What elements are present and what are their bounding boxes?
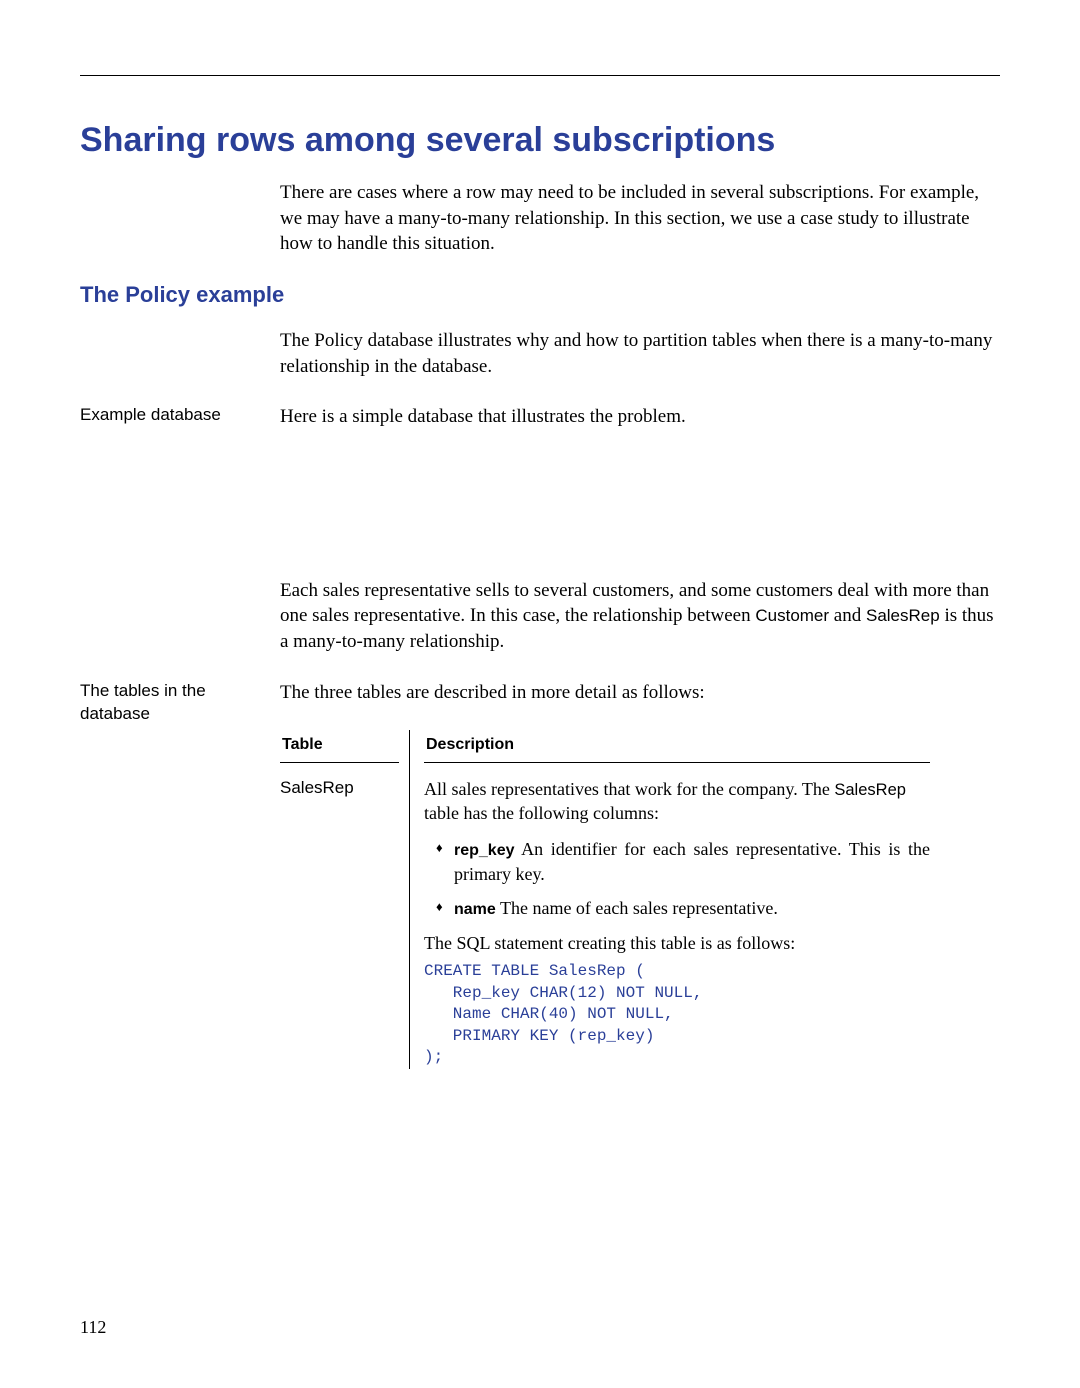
page-number: 112 (80, 1317, 106, 1338)
bullet-name: name The name of each sales representati… (436, 896, 930, 921)
sql-intro: The SQL statement creating this table is… (424, 931, 930, 955)
col-name-text: The name of each sales representative. (496, 898, 778, 918)
page-title: Sharing rows among several subscriptions (80, 121, 1000, 160)
row1-intro-pre: All sales representatives that work for … (424, 779, 834, 799)
diagram-gap (80, 438, 1000, 578)
sql-code: CREATE TABLE SalesRep ( Rep_key CHAR(12)… (424, 961, 930, 1069)
description-column: Description All sales representatives th… (410, 730, 930, 1069)
example-db-label: Example database (80, 404, 280, 427)
example-db-text: Here is a simple database that illustrat… (280, 404, 1000, 430)
section-heading: The Policy example (80, 282, 1000, 308)
col-name-name: name (454, 901, 496, 918)
customer-word: Customer (755, 606, 829, 625)
tables-row: The tables in the database The three tab… (80, 680, 1000, 726)
page: Sharing rows among several subscriptions… (0, 0, 1080, 1388)
and-word: and (829, 605, 866, 626)
policy-intro: The Policy database illustrates why and … (280, 328, 1000, 379)
intro-block: There are cases where a row may need to … (280, 180, 1000, 257)
example-db-row: Example database Here is a simple databa… (80, 404, 1000, 430)
th-table: Table (280, 730, 399, 763)
column-bullets: rep_key An identifier for each sales rep… (436, 837, 930, 920)
tables-intro: The three tables are described in more d… (280, 680, 1000, 706)
each-rep-paragraph: Each sales representative sells to sever… (280, 578, 1000, 655)
row1-intro-code: SalesRep (834, 781, 906, 799)
top-rule (80, 75, 1000, 76)
td-table-name: SalesRep (280, 763, 399, 800)
tables-label: The tables in the database (80, 680, 280, 726)
bullet-repkey: rep_key An identifier for each sales rep… (436, 837, 930, 886)
col-repkey-text: An identifier for each sales representat… (454, 839, 930, 884)
td-description: All sales representatives that work for … (424, 763, 930, 1069)
row1-intro-post: table has the following columns: (424, 803, 659, 823)
intro-paragraph: There are cases where a row may need to … (280, 180, 1000, 257)
policy-intro-block: The Policy database illustrates why and … (280, 328, 1000, 379)
col-repkey-name: rep_key (454, 842, 515, 859)
each-rep-block: Each sales representative sells to sever… (280, 578, 1000, 655)
th-description: Description (424, 730, 930, 763)
salesrep-word: SalesRep (866, 606, 940, 625)
description-table: Table SalesRep Description All sales rep… (280, 730, 1000, 1069)
table-name-column: Table SalesRep (280, 730, 410, 1069)
